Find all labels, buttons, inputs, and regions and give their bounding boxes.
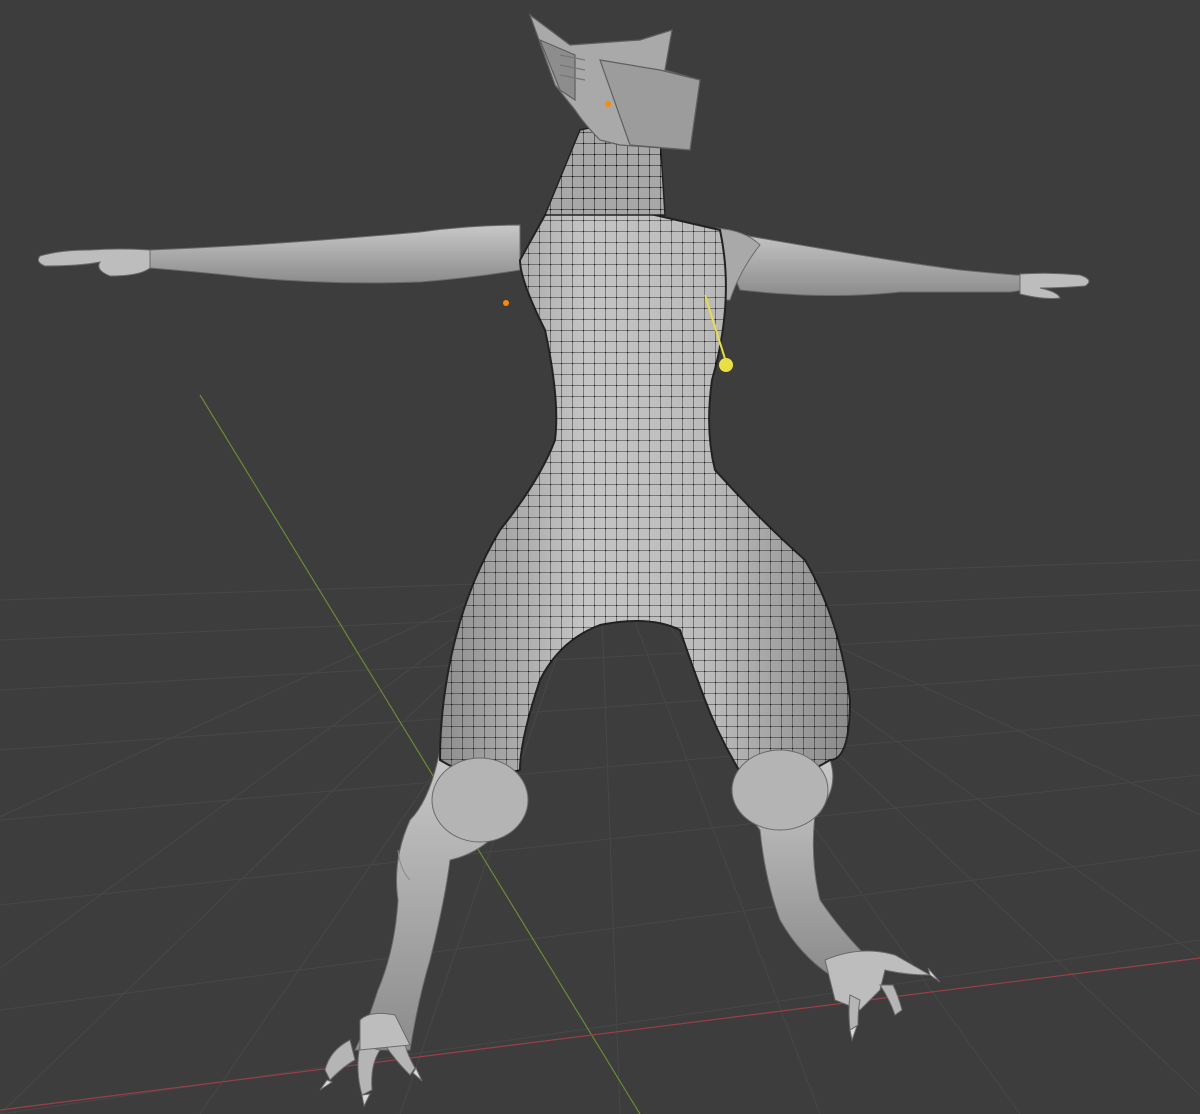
right-knee [731, 749, 829, 831]
left-arm[interactable] [37, 224, 521, 284]
object-origin-marker [503, 300, 509, 306]
3d-viewport[interactable] [0, 0, 1200, 1114]
right-arm[interactable] [714, 227, 1090, 301]
x-axis-line [0, 957, 1200, 1111]
left-knee [431, 757, 529, 843]
right-foot[interactable] [824, 950, 941, 1042]
helmet-mesh[interactable] [528, 13, 701, 151]
viewport-grid [0, 559, 1200, 1114]
